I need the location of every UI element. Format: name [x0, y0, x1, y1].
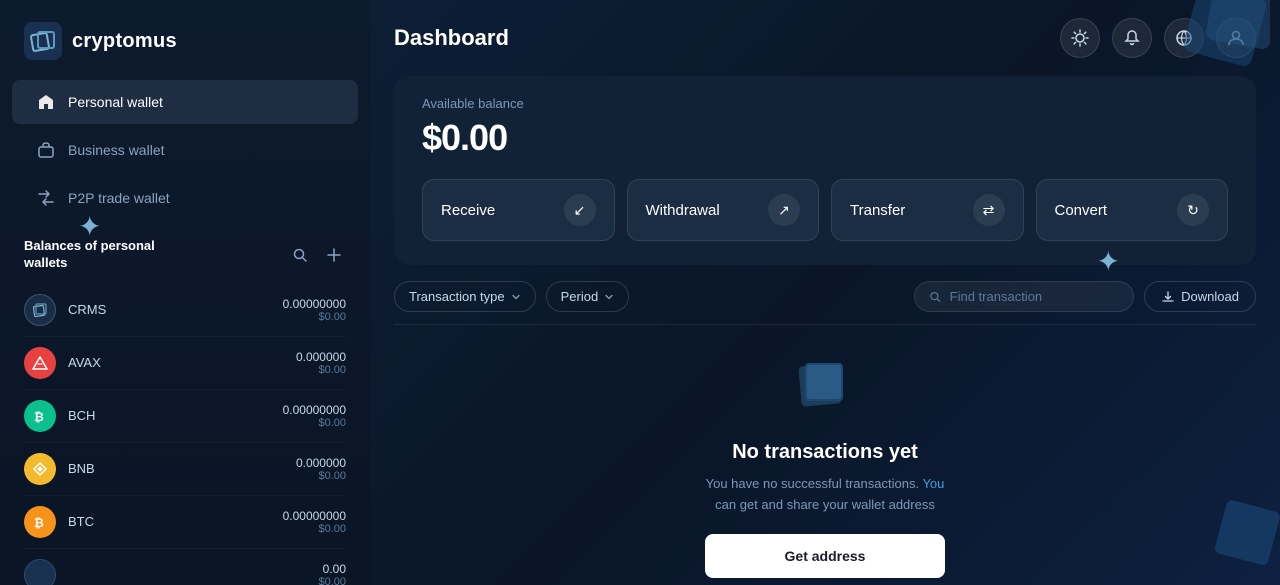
- logo-icon: [24, 22, 62, 60]
- logo-text: cryptomus: [72, 30, 177, 53]
- wallets-section: Balances of personalwallets: [0, 222, 370, 585]
- wallet-actions: [288, 243, 346, 267]
- bch-balance: 0.00000000 $0.00: [283, 403, 346, 429]
- empty-desc-link: You: [922, 476, 944, 491]
- transfer-button[interactable]: Transfer ⇄: [831, 179, 1024, 241]
- briefcase-icon: [36, 140, 56, 160]
- add-wallet-button[interactable]: [322, 243, 346, 267]
- list-item[interactable]: 0.00 $0.00: [24, 549, 346, 585]
- business-wallet-label: Business wallet: [68, 142, 165, 158]
- btc-balance: 0.00000000 $0.00: [283, 509, 346, 535]
- list-item[interactable]: CRMS 0.00000000 $0.00: [24, 284, 346, 337]
- page-title: Dashboard: [394, 25, 509, 51]
- period-filter[interactable]: Period: [546, 281, 630, 312]
- transaction-search[interactable]: [914, 281, 1134, 312]
- balance-card: Available balance $0.00 Receive ↙ Withdr…: [394, 76, 1256, 265]
- empty-state: No transactions yet You have no successf…: [394, 325, 1256, 585]
- p2p-icon: [36, 188, 56, 208]
- transfer-icon: ⇄: [973, 194, 1005, 226]
- receive-button[interactable]: Receive ↙: [422, 179, 615, 241]
- list-item[interactable]: BNB 0.000000 $0.00: [24, 443, 346, 496]
- search-icon: [929, 290, 941, 304]
- avax-balance: 0.000000 $0.00: [296, 350, 346, 376]
- receive-label: Receive: [441, 202, 495, 219]
- action-buttons: Receive ↙ Withdrawal ↗ Transfer ⇄ Conver…: [422, 179, 1228, 241]
- get-address-button[interactable]: Get address: [705, 534, 946, 578]
- bnb-label: BNB: [68, 461, 284, 476]
- transfer-label: Transfer: [850, 202, 905, 219]
- wallets-header: Balances of personalwallets: [24, 238, 346, 272]
- crms-label: CRMS: [68, 302, 271, 317]
- star-decoration: ✦: [78, 210, 101, 243]
- list-item[interactable]: AVAX 0.000000 $0.00: [24, 337, 346, 390]
- balance-amount: $0.00: [422, 117, 1228, 159]
- logo-area: cryptomus: [0, 0, 370, 78]
- transactions-filters: Transaction type Period: [394, 281, 1256, 325]
- period-label: Period: [561, 289, 599, 304]
- svg-text:₿: ₿: [34, 410, 44, 424]
- wallet-list: CRMS 0.00000000 $0.00 AVAX 0.000000 $0: [24, 284, 346, 585]
- list-item[interactable]: ₿ BCH 0.00000000 $0.00: [24, 390, 346, 443]
- unknown-balance: 0.00 $0.00: [318, 562, 346, 585]
- transaction-type-label: Transaction type: [409, 289, 505, 304]
- withdrawal-icon: ↗: [768, 194, 800, 226]
- globe-icon: [1175, 29, 1193, 47]
- list-item[interactable]: ₿ BTC 0.00000000 $0.00: [24, 496, 346, 549]
- personal-wallet-label: Personal wallet: [68, 94, 163, 110]
- crms-icon: [24, 294, 56, 326]
- chevron-down-icon: [604, 292, 614, 302]
- convert-label: Convert: [1055, 202, 1108, 219]
- download-icon: [1161, 290, 1175, 304]
- sidebar-item-p2p-wallet[interactable]: P2P trade wallet: [12, 176, 358, 220]
- convert-button[interactable]: Convert ↻: [1036, 179, 1229, 241]
- user-icon: [1227, 29, 1245, 47]
- language-button[interactable]: [1164, 18, 1204, 58]
- crms-balance: 0.00000000 $0.00: [283, 297, 346, 323]
- theme-toggle-button[interactable]: [1060, 18, 1100, 58]
- transaction-type-filter[interactable]: Transaction type: [394, 281, 536, 312]
- bell-icon: [1123, 29, 1141, 47]
- convert-icon: ↻: [1177, 194, 1209, 226]
- sidebar: cryptomus Personal wallet Business walle…: [0, 0, 370, 585]
- empty-description: You have no successful transactions. You…: [706, 474, 945, 516]
- btc-label: BTC: [68, 514, 271, 529]
- download-label: Download: [1181, 289, 1239, 304]
- sidebar-item-personal-wallet[interactable]: Personal wallet: [12, 80, 358, 124]
- bnb-icon: [24, 453, 56, 485]
- bch-icon: ₿: [24, 400, 56, 432]
- avax-icon: [24, 347, 56, 379]
- bnb-balance: 0.000000 $0.00: [296, 456, 346, 482]
- profile-button[interactable]: [1216, 18, 1256, 58]
- main-content: Dashboard: [370, 0, 1280, 585]
- download-button[interactable]: Download: [1144, 281, 1256, 312]
- topbar-actions: [1060, 18, 1256, 58]
- p2p-wallet-label: P2P trade wallet: [68, 190, 170, 206]
- search-input[interactable]: [950, 289, 1120, 304]
- search-wallets-button[interactable]: [288, 243, 312, 267]
- withdrawal-button[interactable]: Withdrawal ↗: [627, 179, 820, 241]
- home-icon: [36, 92, 56, 112]
- transactions-section: Transaction type Period: [370, 281, 1280, 585]
- chevron-down-icon: [511, 292, 521, 302]
- wallets-title: Balances of personalwallets: [24, 238, 155, 272]
- sun-icon: [1071, 29, 1089, 47]
- sidebar-item-business-wallet[interactable]: Business wallet: [12, 128, 358, 172]
- btc-icon: ₿: [24, 506, 56, 538]
- unknown-coin-icon: [24, 559, 56, 585]
- avax-label: AVAX: [68, 355, 284, 370]
- balance-label: Available balance: [422, 96, 1228, 111]
- bch-label: BCH: [68, 408, 271, 423]
- topbar: Dashboard: [370, 0, 1280, 76]
- svg-text:₿: ₿: [34, 516, 44, 530]
- notifications-button[interactable]: [1112, 18, 1152, 58]
- empty-state-illustration: [785, 345, 865, 425]
- receive-icon: ↙: [564, 194, 596, 226]
- withdrawal-label: Withdrawal: [646, 202, 720, 219]
- empty-title: No transactions yet: [732, 441, 918, 464]
